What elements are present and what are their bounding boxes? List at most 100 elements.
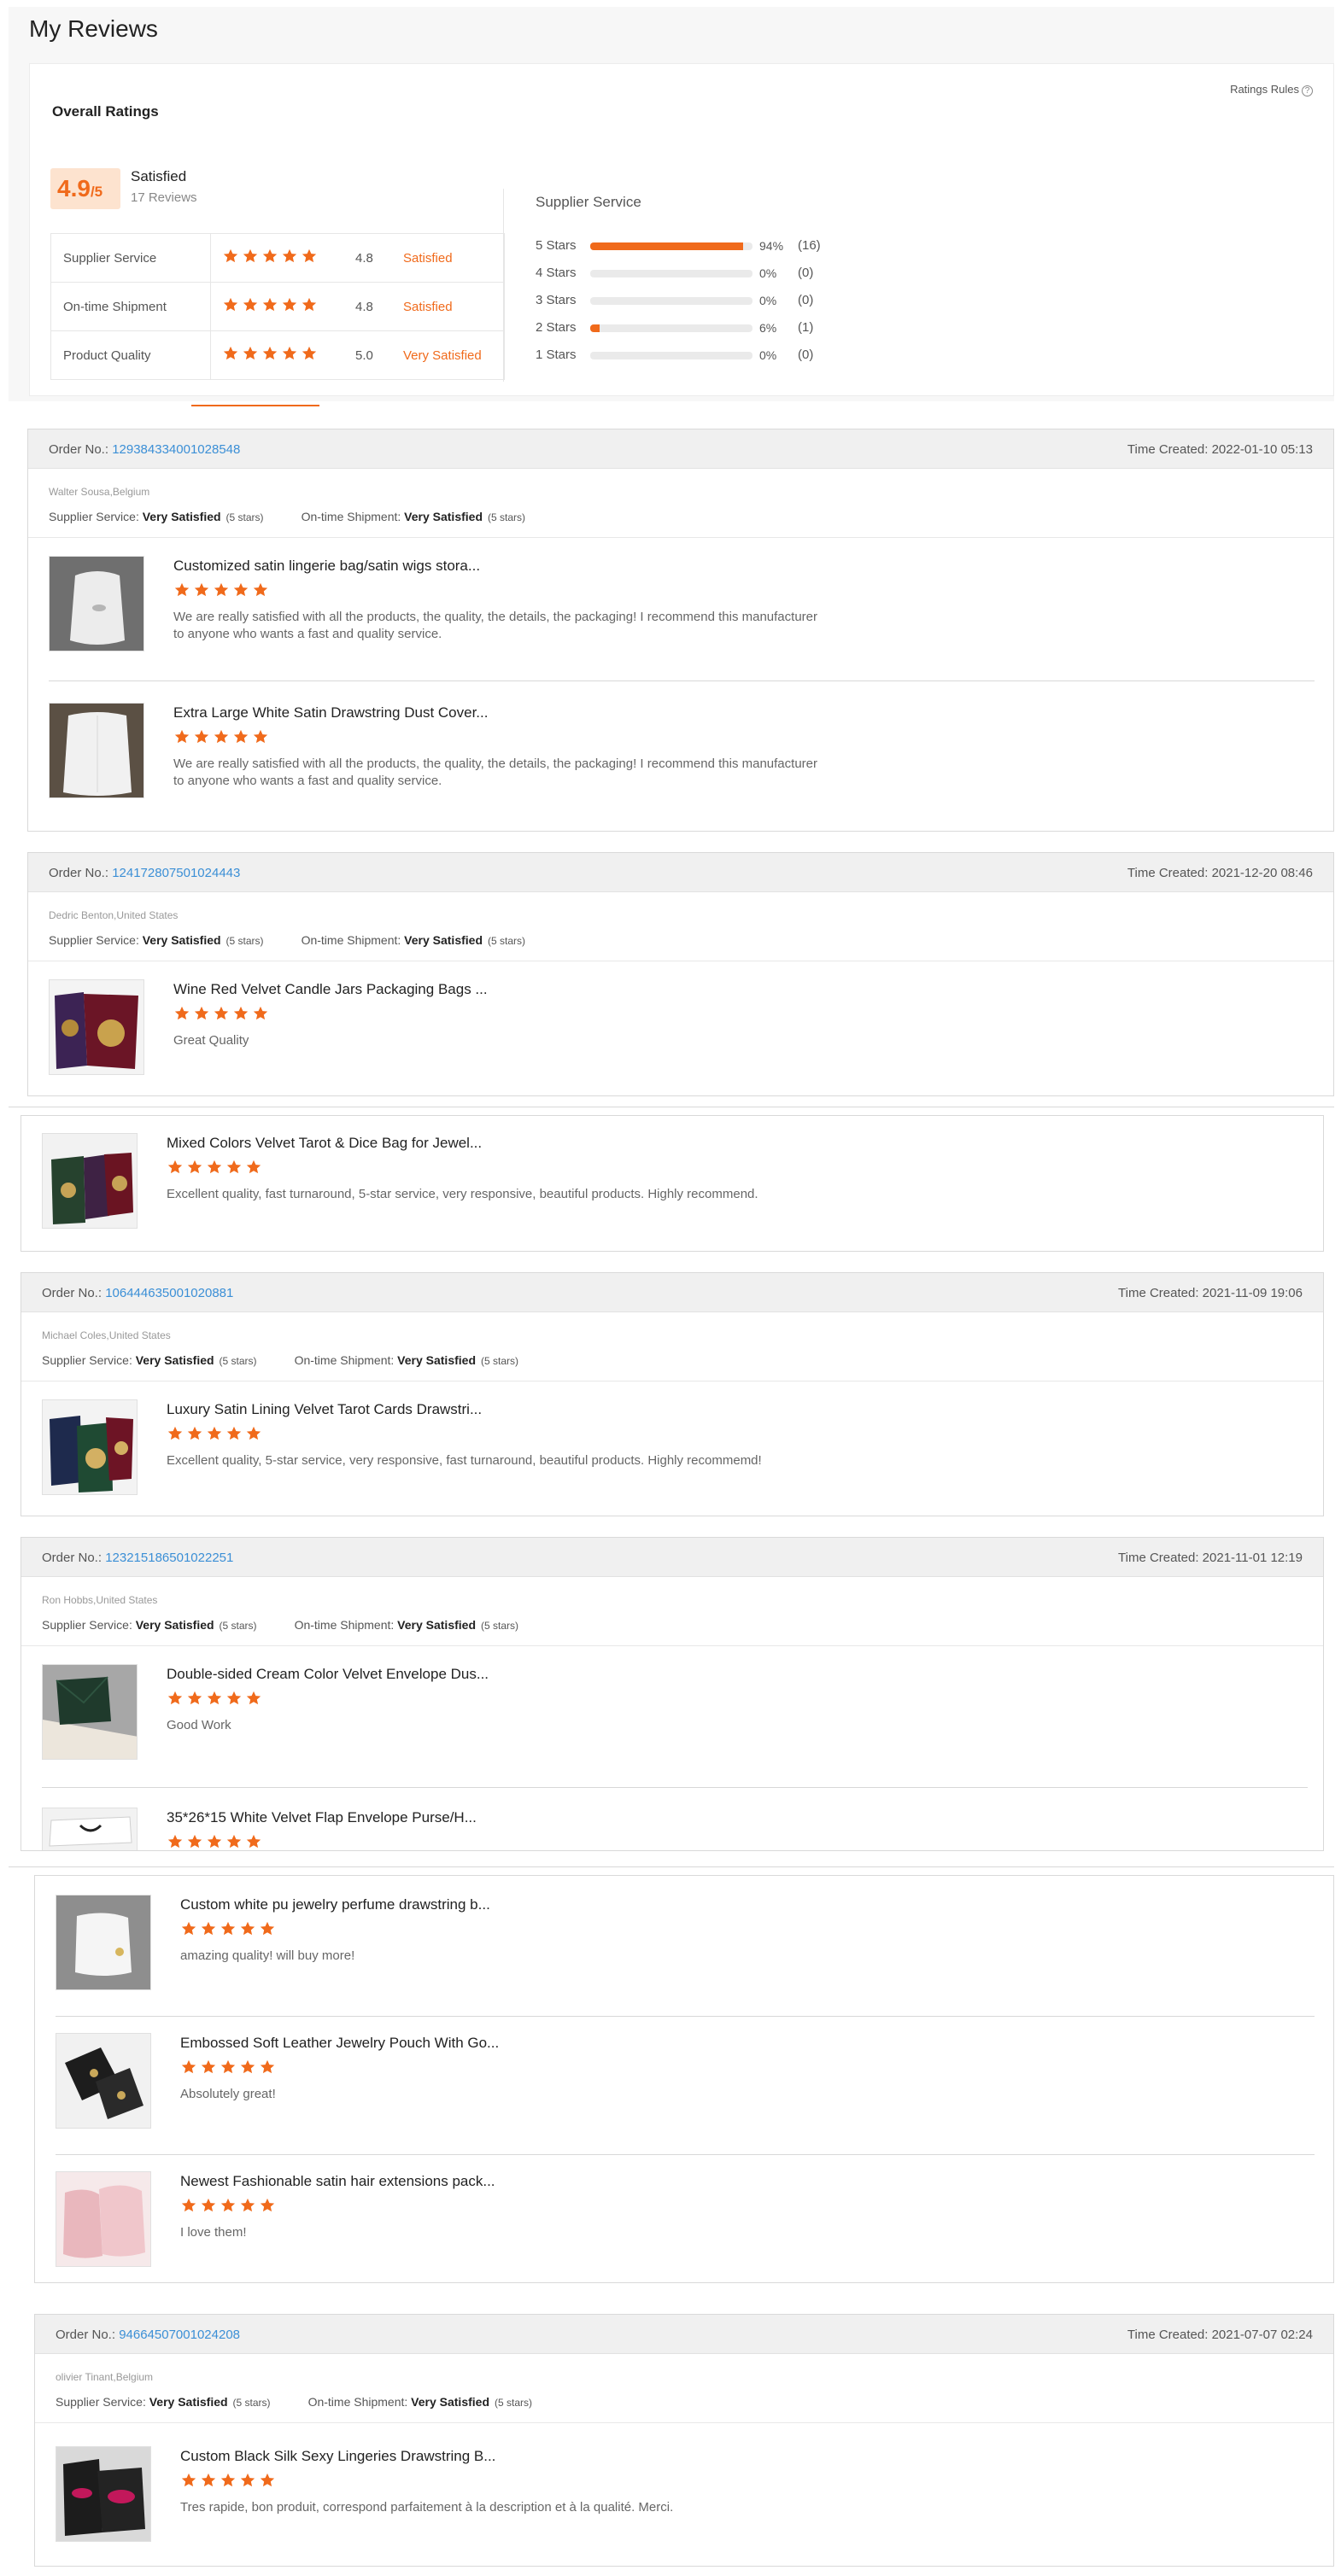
product-thumbnail[interactable] — [56, 2033, 151, 2129]
product-thumbnail[interactable] — [56, 1895, 151, 1990]
order-card: Order No.: 123215186501022251 Time Creat… — [20, 1537, 1324, 1851]
divider — [28, 537, 1333, 538]
overall-ratings-panel: Overall Ratings Ratings Rules? 4.9/5 Sat… — [29, 63, 1334, 396]
star-icon — [220, 2472, 237, 2489]
product-title[interactable]: 35*26*15 White Velvet Flap Envelope Purs… — [167, 1809, 477, 1826]
divider — [210, 331, 211, 380]
star-icon — [220, 2197, 237, 2214]
ratings-rules-link[interactable]: Ratings Rules? — [1230, 83, 1313, 96]
buyer-name: Dedric Benton,United States — [49, 909, 179, 921]
order-card: Order No.: 124172807501024443 Time Creat… — [27, 852, 1334, 1096]
product-title[interactable]: Custom Black Silk Sexy Lingeries Drawstr… — [180, 2448, 495, 2465]
product-title[interactable]: Double-sided Cream Color Velvet Envelope… — [167, 1666, 489, 1683]
star-icon — [213, 581, 230, 599]
buyer-name: Ron Hobbs,United States — [42, 1594, 158, 1606]
item-stars — [167, 1159, 262, 1176]
metric-row-supplier-service: Supplier Service 4.8 Satisfied — [51, 234, 504, 283]
product-title[interactable]: Newest Fashionable satin hair extensions… — [180, 2173, 495, 2190]
item-stars — [180, 2197, 276, 2214]
star-icon — [186, 1690, 203, 1707]
star-icon — [261, 248, 278, 265]
star-icon — [252, 728, 269, 745]
product-image — [50, 704, 143, 797]
product-thumbnail[interactable] — [49, 556, 144, 651]
review-item: Mixed Colors Velvet Tarot & Dice Bag for… — [42, 1133, 1303, 1235]
star-icon — [200, 2197, 217, 2214]
star-icon — [167, 1690, 184, 1707]
review-item: Wine Red Velvet Candle Jars Packaging Ba… — [49, 979, 1313, 1082]
star-icon — [220, 2059, 237, 2076]
star-icon — [193, 581, 210, 599]
order-number-label: Order No.: 94664507001024208 — [56, 2328, 241, 2342]
distribution-percent: 0% — [759, 294, 777, 307]
order-time: Time Created: 2021-07-07 02:24 — [1127, 2328, 1313, 2342]
distribution-label: 1 Stars — [536, 348, 577, 362]
review-item: Custom Black Silk Sexy Lingeries Drawstr… — [56, 2446, 1313, 2549]
help-circle-icon: ? — [1302, 85, 1313, 96]
order-header: Order No.: 129384334001028548 Time Creat… — [28, 429, 1333, 469]
item-stars — [180, 2059, 276, 2076]
star-icon — [259, 2059, 276, 2076]
metric-name: On-time Shipment — [63, 300, 167, 314]
star-icon — [261, 345, 278, 362]
product-thumbnail[interactable] — [56, 2446, 151, 2542]
divider — [56, 2154, 1315, 2155]
product-thumbnail[interactable] — [42, 1808, 138, 1850]
star-icon — [301, 345, 318, 362]
product-title[interactable]: Luxury Satin Lining Velvet Tarot Cards D… — [167, 1401, 482, 1418]
product-thumbnail[interactable] — [49, 703, 144, 798]
star-icon — [180, 2059, 197, 2076]
star-icon — [232, 728, 249, 745]
metric-stars — [222, 345, 318, 362]
divider — [210, 283, 211, 330]
star-icon — [222, 296, 239, 313]
star-icon — [186, 1833, 203, 1850]
review-item: Double-sided Cream Color Velvet Envelope… — [42, 1664, 1303, 1767]
star-icon — [200, 2472, 217, 2489]
product-title[interactable]: Extra Large White Satin Drawstring Dust … — [173, 704, 488, 721]
order-header: Order No.: 106444635001020881 Time Creat… — [21, 1273, 1323, 1312]
product-image — [56, 1895, 150, 1989]
star-icon — [225, 1425, 243, 1442]
product-title[interactable]: Customized satin lingerie bag/satin wigs… — [173, 558, 480, 575]
star-icon — [213, 1005, 230, 1022]
service-ratings: Supplier Service: Very Satisfied (5 stars… — [49, 510, 526, 523]
distribution-percent: 0% — [759, 266, 777, 280]
star-icon — [261, 296, 278, 313]
divider — [42, 1787, 1308, 1788]
product-thumbnail[interactable] — [42, 1133, 138, 1229]
order-card: Custom white pu jewelry perfume drawstri… — [34, 1875, 1334, 2283]
order-number-link[interactable]: 124172807501024443 — [112, 866, 240, 880]
review-item: Extra Large White Satin Drawstring Dust … — [49, 703, 1313, 805]
order-number-link[interactable]: 106444635001020881 — [105, 1286, 233, 1300]
order-number-link[interactable]: 123215186501022251 — [105, 1551, 233, 1565]
review-item: Custom white pu jewelry perfume drawstri… — [56, 1895, 1313, 1997]
product-thumbnail[interactable] — [49, 979, 144, 1075]
review-text: Great Quality — [173, 1033, 249, 1048]
product-thumbnail[interactable] — [56, 2171, 151, 2267]
order-card: Order No.: 129384334001028548 Time Creat… — [27, 429, 1334, 832]
order-number-link[interactable]: 94664507001024208 — [119, 2328, 240, 2342]
product-thumbnail[interactable] — [42, 1664, 138, 1760]
product-title[interactable]: Wine Red Velvet Candle Jars Packaging Ba… — [173, 981, 488, 998]
star-icon — [167, 1833, 184, 1850]
product-title[interactable]: Custom white pu jewelry perfume drawstri… — [180, 1896, 490, 1913]
distribution-title: Supplier Service — [536, 194, 641, 210]
product-title[interactable]: Embossed Soft Leather Jewelry Pouch With… — [180, 2035, 499, 2052]
review-text: Tres rapide, bon produit, correspond par… — [180, 2500, 674, 2515]
review-item: Embossed Soft Leather Jewelry Pouch With… — [56, 2033, 1313, 2135]
star-icon — [206, 1690, 223, 1707]
product-thumbnail[interactable] — [42, 1399, 138, 1495]
buyer-name: Michael Coles,United States — [42, 1329, 171, 1341]
product-image — [50, 980, 143, 1074]
review-count: 17 Reviews — [131, 190, 197, 205]
star-icon — [239, 1920, 256, 1937]
product-title[interactable]: Mixed Colors Velvet Tarot & Dice Bag for… — [167, 1135, 482, 1152]
star-icon — [232, 1005, 249, 1022]
order-number-label: Order No.: 129384334001028548 — [49, 442, 241, 457]
order-number-link[interactable]: 129384334001028548 — [112, 442, 240, 457]
star-icon — [239, 2059, 256, 2076]
star-icon — [220, 1920, 237, 1937]
star-icon — [252, 1005, 269, 1022]
star-icon — [173, 728, 190, 745]
